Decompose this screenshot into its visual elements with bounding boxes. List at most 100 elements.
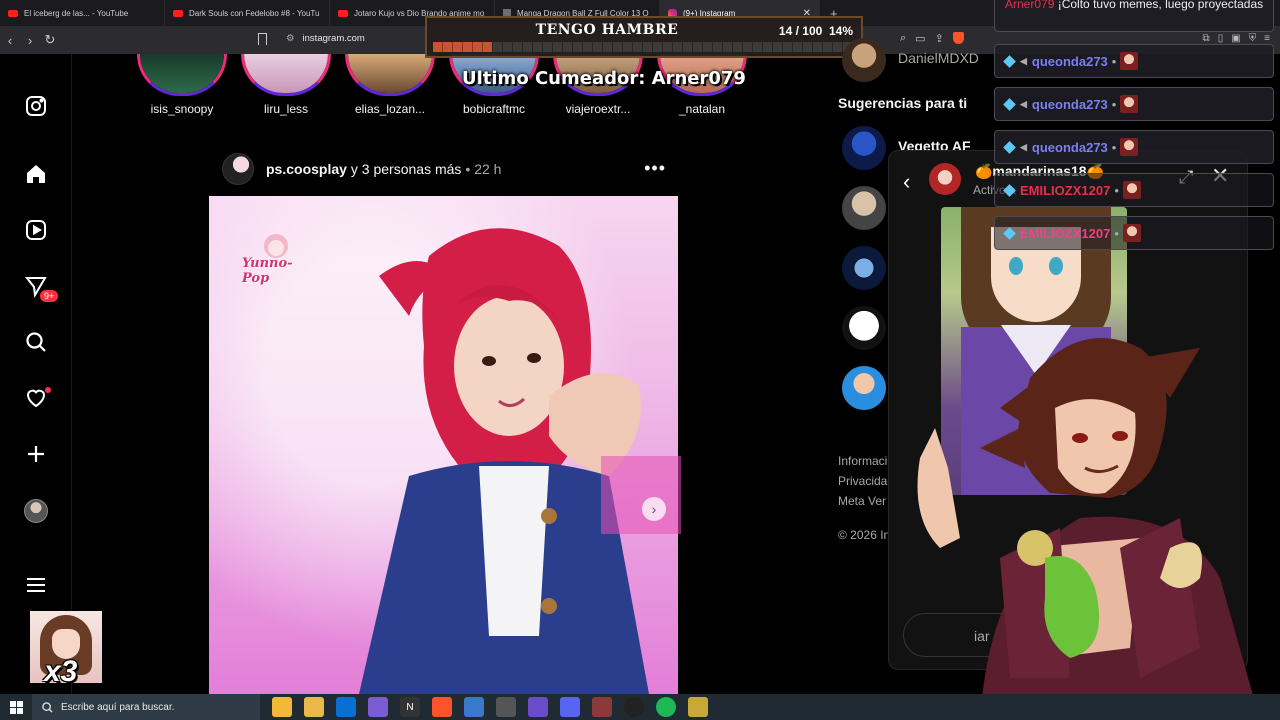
chat-username: EMILIOZX1207 [1020, 182, 1111, 198]
tab-title: El iceberg de las... - YouTube [24, 8, 129, 18]
obs-icon[interactable] [624, 697, 644, 717]
screen: El iceberg de las... - YouTube Dark Soul… [0, 0, 1280, 720]
mini-avatar-cam: x3 [30, 611, 102, 683]
youtube-icon [8, 9, 18, 17]
stream-chat-message: Arner079 ¡Colto tuvo memes, luego proyec… [994, 0, 1274, 32]
vpn-icon[interactable]: ⛨ [1249, 33, 1257, 44]
url-text: instagram.com [302, 33, 365, 44]
media-app-icon[interactable] [688, 697, 708, 717]
game-app-icon[interactable] [496, 697, 516, 717]
story-username: bobicraftmc [462, 102, 526, 116]
browser-tab[interactable]: Dark Souls con Fedelobo #8 - YouTu [165, 0, 330, 26]
cosplayer-figure [359, 228, 649, 694]
story-item[interactable]: liru_less [236, 54, 336, 116]
instagram-sidebar: 9+ [0, 54, 72, 694]
url-field[interactable]: ⚙ instagram.com [286, 33, 365, 44]
chat-avatar [1122, 224, 1141, 242]
chat-username: queonda273 [1031, 139, 1108, 155]
windows-taskbar: Escribe aquí para buscar. N [0, 694, 1280, 720]
story-item[interactable]: elias_lozan... [340, 54, 440, 116]
chat-username: EMILIOZX1207 [1020, 225, 1111, 241]
notification-dot [44, 386, 52, 394]
hunger-progress-bar [433, 42, 857, 52]
multiplier-label: x3 [44, 655, 78, 683]
stream-chat-message: ◀ queonda273 • [994, 44, 1274, 78]
brave-icon[interactable] [432, 697, 452, 717]
home-icon[interactable] [22, 160, 50, 188]
site-settings-icon[interactable]: ⚙ [286, 33, 295, 44]
extensions-icon[interactable]: ⧉ [1203, 33, 1210, 44]
windows-icon [9, 700, 23, 714]
chat-user-avatar[interactable] [929, 163, 961, 195]
forward-icon[interactable]: › [20, 33, 40, 48]
more-options-icon[interactable]: ••• [644, 158, 666, 179]
tab-title: Dark Souls con Fedelobo #8 - YouTu [189, 8, 320, 18]
post-author-avatar[interactable] [222, 153, 254, 185]
notion-icon[interactable]: N [400, 697, 420, 717]
mic-icon: ◀ [1020, 141, 1027, 152]
chat-avatar [1120, 52, 1139, 70]
gem-icon [1003, 183, 1016, 197]
notification-badge: 9+ [38, 288, 61, 304]
chat-avatar [1122, 181, 1141, 199]
story-username: isis_snoopy [150, 102, 214, 116]
store-icon[interactable] [464, 697, 484, 717]
story-username: elias_lozan... [354, 102, 426, 116]
feather-app-icon[interactable] [368, 697, 388, 717]
youtube-icon [173, 9, 183, 17]
last-cumeador-label: Ultimo Cumeador: Arner079 [462, 68, 746, 89]
story-username: liru_less [263, 102, 308, 116]
instagram-logo-icon[interactable] [22, 92, 50, 120]
post-image[interactable]: Yunno-Pop [209, 196, 678, 694]
reload-icon[interactable]: ↻ [40, 32, 60, 48]
chat-username: queonda273 [1031, 96, 1108, 112]
post-collaborators[interactable]: y 3 personas más [351, 161, 462, 177]
post-header: ps.coosplay y 3 personas más • 22 h ••• [222, 152, 678, 186]
reels-icon[interactable] [22, 216, 50, 244]
back-icon[interactable]: ‹ [903, 169, 910, 195]
vtube-app-icon[interactable] [528, 697, 548, 717]
profile-avatar[interactable] [24, 499, 48, 523]
post-author-name[interactable]: ps.coosplay [266, 161, 347, 177]
browser-tab[interactable]: El iceberg de las... - YouTube [0, 0, 165, 26]
streamer-avatar [917, 338, 1260, 720]
menu-icon[interactable]: ≡ [1264, 33, 1270, 44]
chat-avatar [1120, 138, 1139, 156]
carousel-highlight [601, 456, 681, 534]
gem-icon [1003, 140, 1016, 154]
gem-icon [1003, 97, 1016, 111]
browser-toolbar-icons: ⧉ ▯ ▣ ⛨ ≡ [1203, 33, 1270, 44]
post-timestamp: • 22 h [465, 161, 502, 177]
gem-icon [1003, 54, 1016, 68]
wallet-icon[interactable]: ▣ [1231, 33, 1240, 44]
carousel-next-icon[interactable]: › [642, 497, 666, 521]
chat-username: queonda273 [1031, 53, 1108, 69]
chat-avatar [1120, 95, 1139, 113]
search-icon[interactable] [22, 328, 50, 356]
brand-logo: Yunno-Pop [242, 230, 308, 288]
sidebar-icon[interactable]: ▯ [1218, 33, 1224, 44]
bookmark-icon[interactable] [258, 33, 267, 45]
story-item[interactable]: isis_snoopy [132, 54, 232, 116]
hunger-bar-widget: TENGO HAMBRE 14 / 100 14% [425, 16, 863, 58]
discord-icon[interactable] [560, 697, 580, 717]
suggestions-title: Sugerencias para ti [838, 95, 968, 111]
spotify-icon[interactable] [656, 697, 676, 717]
edge-icon[interactable] [336, 697, 356, 717]
back-icon[interactable]: ‹ [0, 33, 20, 48]
pixel-app-icon[interactable] [592, 697, 612, 717]
stream-chat-message: ◀ queonda273 • [994, 87, 1274, 121]
file-explorer-icon[interactable] [304, 697, 324, 717]
more-menu-icon[interactable] [22, 571, 50, 599]
footer-link[interactable]: Meta Ver [838, 494, 886, 508]
mic-icon: ◀ [1020, 55, 1027, 66]
gem-icon [1003, 226, 1016, 240]
search-icon [42, 701, 53, 713]
taskbar-search[interactable]: Escribe aquí para buscar. [32, 694, 260, 720]
mic-icon: ◀ [1020, 98, 1027, 109]
story-username: _natalan [678, 102, 726, 116]
start-button[interactable] [0, 694, 32, 720]
badge-app-icon[interactable] [272, 697, 292, 717]
story-username: viajeroextr... [565, 102, 631, 116]
create-icon[interactable] [22, 440, 50, 468]
